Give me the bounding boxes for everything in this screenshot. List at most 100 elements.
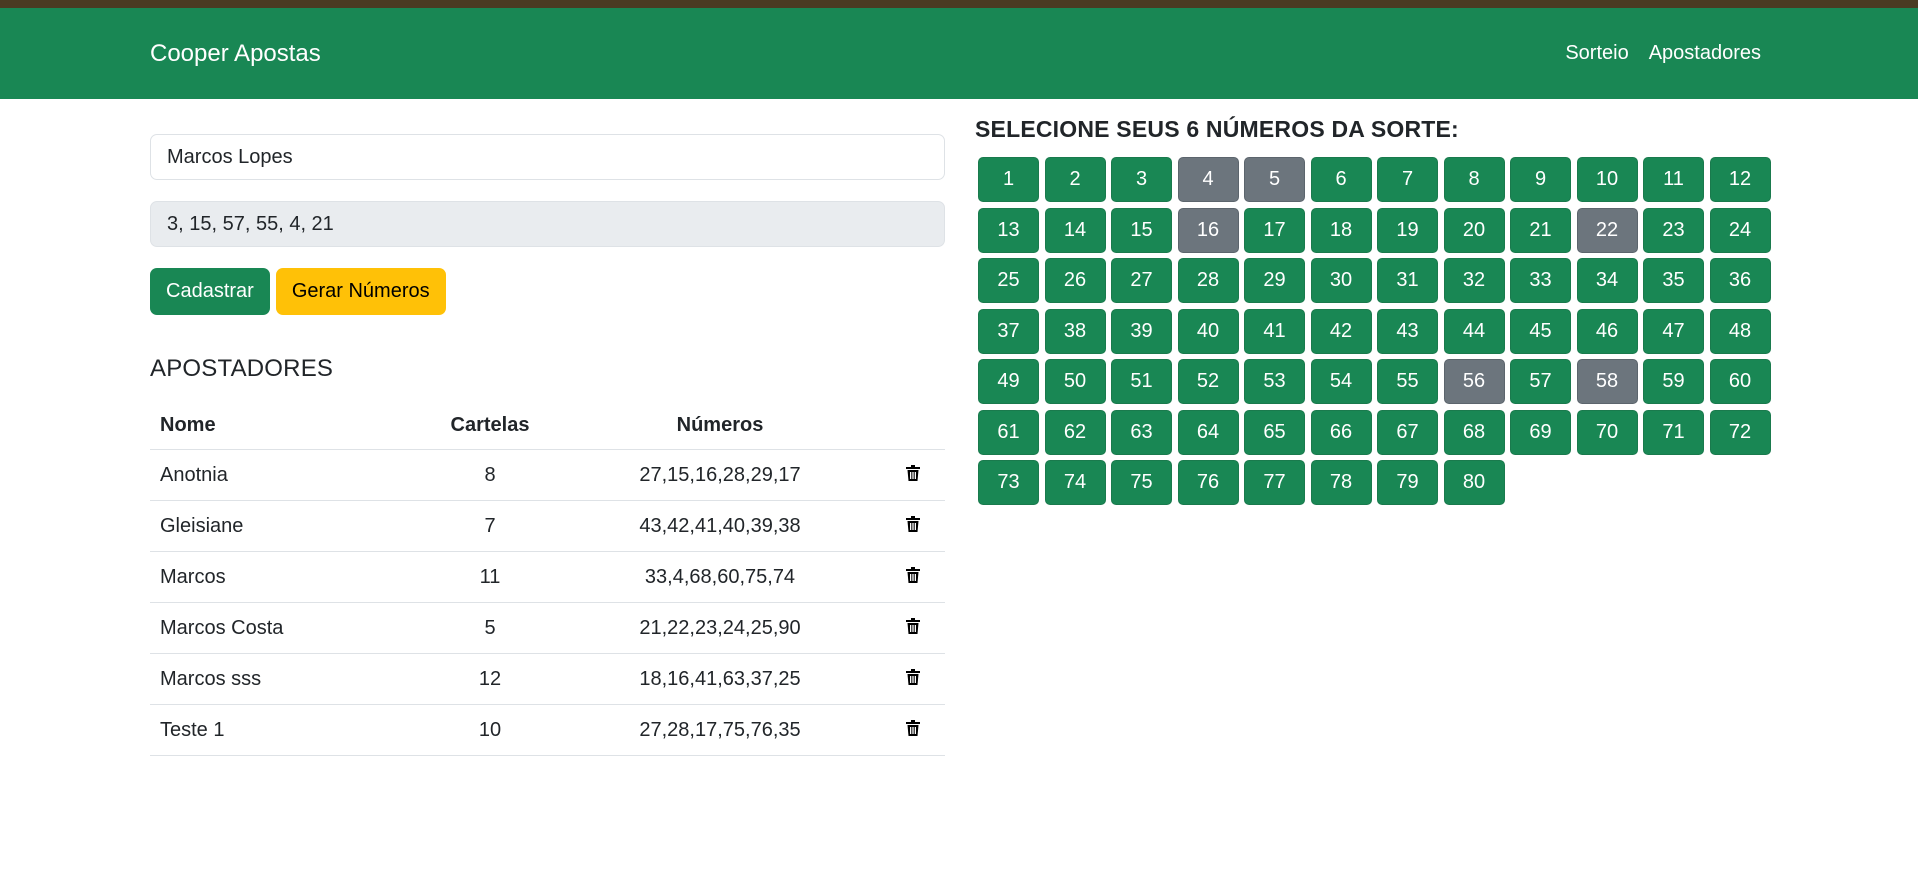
number-button[interactable]: 61	[978, 409, 1039, 455]
trash-icon[interactable]	[905, 617, 920, 634]
number-button[interactable]: 34	[1576, 258, 1638, 303]
number-button[interactable]: 36	[1709, 258, 1771, 303]
number-button[interactable]: 54	[1310, 359, 1372, 404]
number-button[interactable]: 39	[1111, 308, 1172, 354]
number-button[interactable]: 66	[1310, 409, 1372, 455]
number-button[interactable]: 4	[1177, 157, 1239, 202]
number-button[interactable]: 64	[1177, 409, 1239, 455]
number-button[interactable]: 43	[1377, 308, 1438, 354]
number-button[interactable]: 58	[1576, 359, 1638, 404]
number-button[interactable]: 30	[1310, 258, 1372, 303]
number-button[interactable]: 19	[1377, 207, 1438, 253]
table-header-row: Nome Cartelas Números	[150, 401, 945, 450]
number-button[interactable]: 27	[1111, 258, 1172, 303]
number-button[interactable]: 60	[1709, 359, 1771, 404]
numbers-input[interactable]	[150, 201, 945, 247]
number-button[interactable]: 74	[1044, 460, 1106, 505]
trash-icon[interactable]	[905, 515, 920, 532]
number-button[interactable]: 38	[1044, 308, 1106, 354]
number-button[interactable]: 56	[1443, 359, 1505, 404]
number-button[interactable]: 65	[1244, 409, 1305, 455]
number-button[interactable]: 59	[1643, 359, 1704, 404]
number-button[interactable]: 2	[1044, 157, 1106, 202]
number-button[interactable]: 31	[1377, 258, 1438, 303]
number-button[interactable]: 1	[978, 157, 1039, 202]
player-numbers: 43,42,41,40,39,38	[560, 500, 880, 552]
number-button[interactable]: 13	[978, 207, 1039, 253]
number-button[interactable]: 42	[1310, 308, 1372, 354]
number-button[interactable]: 76	[1177, 460, 1239, 505]
number-button[interactable]: 29	[1244, 258, 1305, 303]
number-button[interactable]: 46	[1576, 308, 1638, 354]
number-button[interactable]: 32	[1443, 258, 1505, 303]
trash-icon[interactable]	[905, 464, 920, 481]
number-button[interactable]: 77	[1244, 460, 1305, 505]
number-button[interactable]: 14	[1044, 207, 1106, 253]
number-button[interactable]: 50	[1044, 359, 1106, 404]
number-button[interactable]: 55	[1377, 359, 1438, 404]
number-button[interactable]: 72	[1709, 409, 1771, 455]
number-button[interactable]: 51	[1111, 359, 1172, 404]
number-button[interactable]: 12	[1709, 157, 1771, 202]
number-button[interactable]: 11	[1643, 157, 1704, 202]
number-button[interactable]: 9	[1510, 157, 1571, 202]
nav-link-sorteio[interactable]: Sorteio	[1565, 42, 1628, 65]
number-button[interactable]: 20	[1443, 207, 1505, 253]
number-button[interactable]: 37	[978, 308, 1039, 354]
number-button[interactable]: 52	[1177, 359, 1239, 404]
number-button[interactable]: 75	[1111, 460, 1172, 505]
brand-title[interactable]: Cooper Apostas	[150, 40, 321, 68]
number-button[interactable]: 62	[1044, 409, 1106, 455]
number-button[interactable]: 21	[1510, 207, 1571, 253]
navbar: Cooper Apostas Sorteio Apostadores	[0, 8, 1918, 99]
generate-numbers-button[interactable]: Gerar Números	[275, 268, 446, 315]
number-button[interactable]: 8	[1443, 157, 1505, 202]
number-button[interactable]: 48	[1709, 308, 1771, 354]
number-button[interactable]: 69	[1510, 409, 1571, 455]
number-button[interactable]: 24	[1709, 207, 1771, 253]
number-button[interactable]: 68	[1443, 409, 1505, 455]
number-button[interactable]: 79	[1377, 460, 1438, 505]
number-button[interactable]: 45	[1510, 308, 1571, 354]
number-button[interactable]: 23	[1643, 207, 1704, 253]
number-button[interactable]: 16	[1177, 207, 1239, 253]
number-button[interactable]: 26	[1044, 258, 1106, 303]
number-button[interactable]: 35	[1643, 258, 1704, 303]
number-button[interactable]: 67	[1377, 409, 1438, 455]
trash-icon[interactable]	[905, 566, 920, 583]
number-button[interactable]: 6	[1310, 157, 1372, 202]
number-button[interactable]: 57	[1510, 359, 1571, 404]
trash-icon[interactable]	[905, 668, 920, 685]
number-button[interactable]: 3	[1111, 157, 1172, 202]
number-button[interactable]: 10	[1576, 157, 1638, 202]
number-button[interactable]: 7	[1377, 157, 1438, 202]
number-button[interactable]: 44	[1443, 308, 1505, 354]
register-button[interactable]: Cadastrar	[150, 268, 270, 315]
number-button[interactable]: 71	[1643, 409, 1704, 455]
number-button[interactable]: 40	[1177, 308, 1239, 354]
number-button[interactable]: 49	[978, 359, 1039, 404]
number-button[interactable]: 28	[1177, 258, 1239, 303]
table-row: Marcos 11 33,4,68,60,75,74	[150, 551, 945, 603]
nav-link-apostadores[interactable]: Apostadores	[1649, 42, 1761, 65]
number-button[interactable]: 25	[978, 258, 1039, 303]
col-header-name: Nome	[150, 401, 420, 450]
number-button[interactable]: 70	[1576, 409, 1638, 455]
player-numbers: 27,15,16,28,29,17	[560, 449, 880, 501]
number-button[interactable]: 53	[1244, 359, 1305, 404]
number-button[interactable]: 47	[1643, 308, 1704, 354]
number-button[interactable]: 33	[1510, 258, 1571, 303]
number-button[interactable]: 63	[1111, 409, 1172, 455]
name-input[interactable]	[150, 134, 945, 180]
trash-icon[interactable]	[905, 719, 920, 736]
number-button[interactable]: 22	[1576, 207, 1638, 253]
player-cards: 12	[420, 653, 560, 705]
number-button[interactable]: 41	[1244, 308, 1305, 354]
number-button[interactable]: 73	[978, 460, 1039, 505]
number-button[interactable]: 15	[1111, 207, 1172, 253]
number-button[interactable]: 17	[1244, 207, 1305, 253]
number-button[interactable]: 18	[1310, 207, 1372, 253]
number-button[interactable]: 80	[1443, 460, 1505, 505]
number-button[interactable]: 78	[1310, 460, 1372, 505]
number-button[interactable]: 5	[1244, 157, 1305, 202]
